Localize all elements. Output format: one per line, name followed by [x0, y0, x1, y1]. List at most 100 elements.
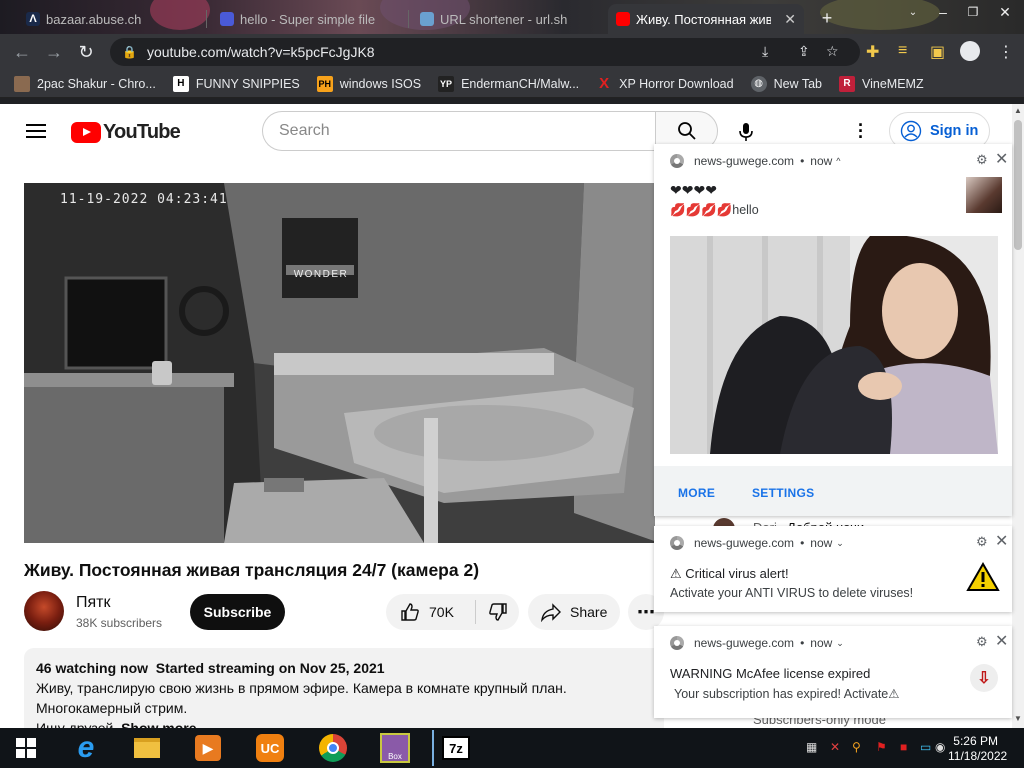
back-button[interactable]: ←	[6, 36, 38, 68]
7zip-icon[interactable]: 7z	[440, 732, 472, 764]
file-explorer-icon[interactable]	[131, 732, 163, 764]
menu-icon[interactable]	[26, 124, 46, 138]
watching-count: 46 watching now	[36, 660, 149, 676]
bookmark-xp-horror[interactable]: X XP Horror Download	[596, 75, 733, 92]
url-text: youtube.com/watch?v=k5pcFcJgJK8	[146, 44, 375, 60]
notification-virus-alert[interactable]: news-guwege.com • now ⌄ ⚙ ✕ ⚠ Critical v…	[654, 526, 1012, 612]
microphone-icon[interactable]	[736, 121, 756, 143]
bookmark-funny-snippies[interactable]: H FUNNY SNIPPIES	[172, 75, 300, 92]
internet-explorer-icon[interactable]: e	[70, 731, 102, 764]
subscribe-button[interactable]: Subscribe	[190, 594, 285, 630]
chrome-taskbar-icon[interactable]	[317, 732, 349, 764]
description-line-2: Многокамерный стрим.	[36, 700, 188, 716]
restore-button[interactable]: ❐	[958, 0, 988, 24]
share-button[interactable]: Share	[528, 594, 620, 630]
notification-title: WARNING McAfee license expired	[670, 666, 871, 681]
forward-button[interactable]: →	[38, 36, 70, 68]
video-frame-bedroom	[24, 183, 660, 543]
description-box[interactable]: 46 watching now Started streaming on Nov…	[24, 648, 664, 728]
notification-spam-hello[interactable]: news-guwege.com • now ^ ⚙ ✕ ❤❤❤❤ 💋💋💋💋hel…	[654, 144, 1012, 516]
new-tab-button[interactable]: +	[812, 6, 842, 30]
h-letter-icon: H	[172, 75, 189, 92]
close-icon[interactable]: ✕	[995, 531, 1008, 551]
uc-browser-icon[interactable]: UC	[254, 732, 286, 764]
settings-button[interactable]: SETTINGS	[752, 486, 814, 500]
tab-favicon-icon	[220, 12, 234, 26]
tray-tool-icon[interactable]: ✕	[830, 740, 840, 754]
tab-bazaar[interactable]: Λ bazaar.abuse.ch	[18, 4, 204, 34]
bonzi-buddy-icon[interactable]: Box	[379, 732, 411, 764]
system-clock[interactable]: 5:26 PM 11/18/2022	[948, 734, 1007, 764]
close-icon[interactable]: ✕	[995, 149, 1008, 169]
close-icon[interactable]: ✕	[995, 631, 1008, 651]
chevron-up-icon[interactable]: ^	[836, 156, 840, 166]
notification-header: news-guwege.com • now ⌄	[670, 636, 844, 650]
bookmark-2pac[interactable]: 2pac Shakur - Chro...	[14, 75, 156, 92]
scrollbar-thumb[interactable]	[1014, 120, 1022, 250]
profile-avatar-icon[interactable]	[960, 41, 980, 61]
media-player-icon[interactable]: ▶	[192, 732, 224, 764]
volume-icon[interactable]: ◉	[935, 740, 945, 754]
subscriber-count: 38K subscribers	[76, 616, 163, 630]
network-icon[interactable]: ▭	[920, 740, 931, 754]
show-more-link[interactable]: Show more	[121, 720, 196, 728]
bookmark-star-icon[interactable]: ☆	[826, 43, 839, 60]
browser-toolbar: ← → ↻ 🔒 youtube.com/watch?v=k5pcFcJgJK8 …	[0, 34, 1024, 70]
close-window-button[interactable]: ✕	[990, 0, 1020, 24]
tab-favicon-icon: Λ	[26, 12, 40, 26]
tab-search-icon[interactable]: ⌄	[898, 0, 928, 24]
notification-title: ⚠ Critical virus alert!	[670, 566, 789, 581]
notification-header: news-guwege.com • now ^	[670, 154, 841, 168]
minimize-button[interactable]: –	[928, 0, 958, 24]
tray-app-icon[interactable]: ▦	[806, 740, 817, 754]
description-line-3: Ищу друзей.	[36, 720, 118, 728]
gear-icon[interactable]: ⚙	[976, 152, 988, 168]
thumbs-down-icon[interactable]	[488, 602, 508, 622]
page-scrollbar[interactable]: ▲ ▼	[1012, 104, 1024, 728]
notification-header: news-guwege.com • now ⌄	[670, 536, 844, 550]
share-page-icon[interactable]: ⇪	[798, 43, 810, 60]
tab-youtube-active[interactable]: Живу. Постоянная жива ✕	[608, 4, 804, 34]
tab-hello[interactable]: hello - Super simple file	[212, 4, 406, 34]
video-player[interactable]: 11-19-2022 04:23:41 WONDER	[24, 183, 660, 543]
tray-flag-icon[interactable]: ⚑	[876, 740, 887, 754]
bookmark-endermanch[interactable]: YP EndermanCH/Malw...	[438, 75, 579, 92]
windows-logo-icon	[16, 738, 36, 758]
notification-mcafee-expired[interactable]: news-guwege.com • now ⌄ ⚙ ✕ WARNING McAf…	[654, 626, 1012, 718]
warning-triangle-icon	[966, 562, 1000, 591]
more-button[interactable]: MORE	[678, 486, 715, 500]
start-button[interactable]	[10, 732, 42, 764]
tray-search-icon[interactable]: ⚲	[852, 740, 861, 754]
description-line-1: Живу, транслирую свою жизнь в прямом эфи…	[36, 680, 567, 696]
notification-body: Your subscription has expired! Activate⚠	[674, 687, 900, 701]
video-title: Живу. Постоянная живая трансляция 24/7 (…	[24, 560, 480, 580]
reload-button[interactable]: ↻	[70, 36, 102, 68]
install-app-icon[interactable]: ⤓	[762, 43, 768, 60]
like-dislike-group: 70K	[386, 594, 519, 630]
address-bar[interactable]: 🔒 youtube.com/watch?v=k5pcFcJgJK8 ⤓ ⇪ ☆	[110, 38, 860, 66]
side-panel-icon[interactable]: ▣	[930, 42, 945, 62]
channel-avatar[interactable]	[24, 591, 64, 631]
bookmark-windows-isos[interactable]: PH windows ISOS	[316, 75, 421, 92]
extensions-icon[interactable]: ✚	[866, 42, 879, 62]
tray-notice-icon[interactable]: ■	[900, 740, 907, 754]
gear-icon[interactable]: ⚙	[976, 634, 988, 650]
chevron-down-icon[interactable]: ⌄	[836, 538, 844, 549]
close-tab-icon[interactable]: ✕	[778, 11, 796, 28]
youtube-logo[interactable]: YouTube	[71, 121, 181, 144]
x-letter-icon: X	[599, 75, 610, 92]
like-button[interactable]: 70K	[386, 600, 476, 624]
search-input[interactable]: Search	[262, 111, 656, 151]
bookmark-new-tab[interactable]: ◍ New Tab	[750, 75, 822, 92]
chevron-down-icon[interactable]: ⌄	[836, 638, 844, 649]
bookmark-vinememz[interactable]: R VineMEMZ	[839, 75, 924, 92]
notification-body: 💋💋💋💋hello	[670, 203, 759, 217]
chrome-icon	[670, 536, 684, 550]
settings-menu-icon[interactable]: · · ·	[858, 116, 864, 146]
tab-url-shortener[interactable]: URL shortener - url.sh	[412, 4, 606, 34]
media-controls-icon[interactable]: ≡	[898, 42, 907, 60]
browser-menu-icon[interactable]: ⋮	[998, 42, 1014, 62]
channel-name[interactable]: Пятк	[76, 594, 111, 612]
gear-icon[interactable]: ⚙	[976, 534, 988, 550]
poster-text: WONDER	[293, 269, 349, 280]
